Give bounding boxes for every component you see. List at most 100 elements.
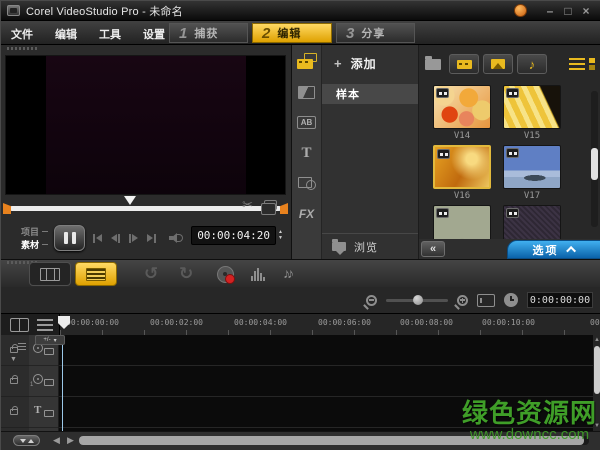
thumbnail-v15[interactable]: V15 [503, 85, 561, 141]
timeline-horizontal-scrollbar[interactable] [79, 436, 589, 445]
options-button[interactable]: 选项 [507, 240, 600, 259]
project-duration-timecode[interactable]: 0:00:00:00 [527, 292, 593, 308]
pause-button[interactable] [54, 225, 86, 251]
browse-row[interactable]: 浏览 [322, 233, 418, 259]
video-track-lane[interactable] [59, 335, 593, 366]
track-manager-cell[interactable]: ▼ [1, 335, 29, 366]
swap-tracks-button[interactable] [13, 435, 40, 446]
preview-timecode[interactable]: 00:00:04:20 [191, 226, 277, 245]
filter-fx-icon[interactable]: FX [299, 207, 314, 221]
ripple-edit-icon[interactable] [10, 344, 18, 353]
undo-icon[interactable]: ↺ [144, 264, 158, 284]
timeline-zoom-slider[interactable] [386, 294, 448, 305]
gallery-scrollbar[interactable] [591, 91, 598, 227]
scroll-right-icon[interactable]: ▶ [67, 435, 74, 446]
library-rail: AB T FX [292, 45, 322, 259]
fit-project-icon[interactable] [477, 293, 495, 307]
filter-video-button[interactable] [449, 54, 479, 74]
timeline-bottom-bar: ◀ ▶ [1, 431, 600, 450]
thumbnail-v14[interactable]: V14 [433, 85, 491, 141]
duration-clock-icon[interactable] [504, 293, 518, 307]
gallery-scrollbar-thumb[interactable] [591, 148, 598, 181]
project-mode-label[interactable]: 项目 [21, 225, 39, 238]
expand-arrow-icon[interactable]: ▼ [10, 356, 17, 363]
add-folder-row[interactable]: + 添加 [322, 45, 418, 80]
zoom-slider-thumb[interactable] [413, 294, 424, 305]
scrubber-handle[interactable] [124, 196, 136, 205]
storyboard-mini-icon[interactable] [10, 318, 29, 332]
tab-share[interactable]: 3 分享 [336, 23, 415, 43]
preview-screen [5, 55, 286, 195]
split-clip-icon[interactable]: ✂ [242, 197, 253, 213]
timeline-view-button[interactable] [75, 262, 117, 286]
menu-edit[interactable]: 编辑 [55, 26, 77, 42]
trim-start-handle[interactable] [3, 203, 11, 214]
scroll-down-icon[interactable]: ▼ [593, 422, 600, 430]
record-capture-icon[interactable] [217, 266, 235, 284]
collapse-panel-button[interactable]: « [421, 241, 445, 257]
storyboard-view-button[interactable] [29, 262, 71, 286]
video-badge-icon [436, 208, 449, 218]
transition-icon[interactable] [298, 86, 315, 99]
scroll-left-icon[interactable]: ◀ [53, 435, 60, 446]
overlay-ripple-cell[interactable] [1, 366, 29, 397]
tab-capture[interactable]: 1 捕获 [169, 23, 248, 43]
timeline-ruler[interactable]: 00:00:00:00 00:00:02:00 00:00:04:00 00:0… [1, 313, 600, 336]
overlay-track-lane[interactable] [59, 366, 593, 397]
corel-guide-icon[interactable] [514, 4, 527, 17]
clip-mode-label[interactable]: 素材 [21, 238, 39, 251]
timeline-lanes[interactable] [59, 335, 593, 431]
vertical-scroll-thumb[interactable] [594, 346, 600, 394]
ripple-edit-icon[interactable] [10, 406, 18, 415]
import-folder-icon[interactable] [425, 55, 441, 70]
sample-category-item[interactable]: 样本 [322, 84, 418, 104]
media-library-icon[interactable] [296, 53, 317, 69]
volume-icon[interactable] [169, 233, 184, 243]
list-view-icon[interactable] [569, 57, 585, 71]
zoom-bar: 0:00:00:00 [1, 287, 600, 313]
timeline-mini-icon[interactable] [37, 319, 53, 331]
end-button[interactable] [147, 233, 157, 243]
home-button[interactable] [93, 233, 103, 243]
menu-tools[interactable]: 工具 [99, 26, 121, 42]
minimize-button[interactable]: – [541, 2, 559, 20]
show-all-tracks-button[interactable]: +/- ▾ [35, 335, 65, 345]
trim-bar[interactable] [10, 206, 281, 211]
instant-project-icon[interactable]: AB [297, 116, 316, 129]
timecode-spinner[interactable]: ▲ ▼ [278, 230, 283, 241]
overlay-track-icon [33, 374, 43, 384]
timeline-vertical-scrollbar[interactable]: ▲ ▼ [593, 335, 600, 431]
tab-edit[interactable]: 2 编辑 [252, 23, 332, 43]
auto-music-icon[interactable]: ♪♪ [283, 265, 294, 281]
tick-label: 00:00:06:00 [318, 318, 371, 327]
snapshot-icon[interactable] [261, 200, 277, 215]
track-manager-icon[interactable] [18, 343, 26, 350]
maximize-button[interactable]: □ [559, 2, 577, 20]
filter-audio-button[interactable]: ♪ [517, 54, 547, 74]
previous-frame-button[interactable] [111, 233, 121, 243]
thumbnail-v17[interactable]: V17 [503, 145, 561, 201]
trim-end-handle[interactable] [280, 203, 288, 214]
zoom-in-icon[interactable] [457, 294, 468, 306]
horizontal-scroll-thumb[interactable] [79, 436, 584, 445]
thumbnail-v16-selected[interactable]: V16 [433, 145, 491, 201]
playhead-line[interactable] [62, 335, 63, 431]
filter-photo-button[interactable] [483, 54, 513, 74]
menu-settings[interactable]: 设置 [143, 26, 165, 42]
close-button[interactable]: × [577, 2, 595, 20]
title-track-lane[interactable] [59, 397, 593, 428]
zoom-out-icon[interactable] [366, 294, 377, 306]
scroll-up-icon[interactable]: ▲ [593, 336, 600, 344]
sound-mixer-icon[interactable] [251, 268, 265, 281]
ripple-edit-icon[interactable] [10, 375, 18, 384]
title-track-header[interactable]: T [29, 397, 58, 428]
title-icon[interactable]: T [301, 146, 311, 161]
tick-label: 00:00:08:00 [400, 318, 453, 327]
sort-view-icon[interactable] [589, 58, 595, 70]
title-ripple-cell[interactable] [1, 397, 29, 428]
redo-icon[interactable]: ↻ [179, 264, 193, 284]
next-frame-button[interactable] [129, 233, 139, 243]
menu-file[interactable]: 文件 [11, 26, 33, 42]
overlay-track-header[interactable]: 1 [29, 366, 58, 397]
graphic-icon[interactable] [297, 177, 316, 190]
